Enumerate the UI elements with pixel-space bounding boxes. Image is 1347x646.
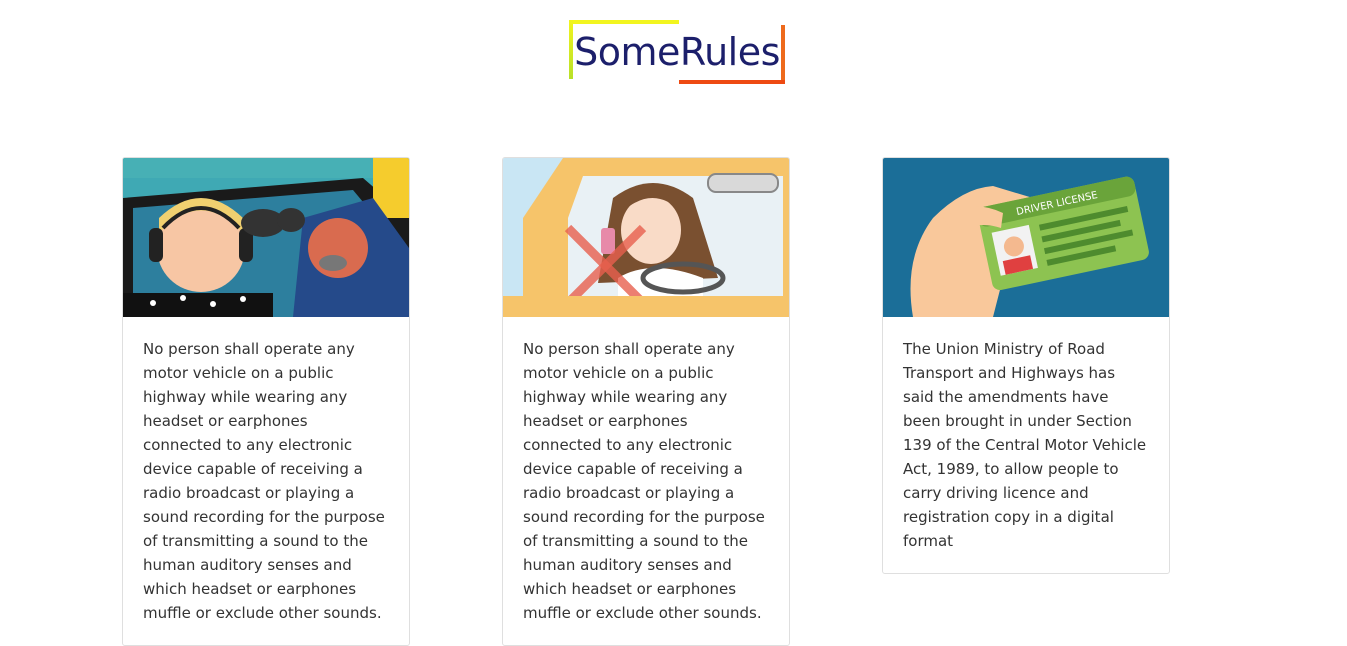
title-border-bottom xyxy=(679,80,785,84)
page-title: SomeRules xyxy=(574,30,780,74)
rule-card-phone-driving: No person shall operate any motor vehicl… xyxy=(502,157,790,646)
headphones-driver-police-illustration xyxy=(123,158,409,317)
driver-license-hand-illustration: DRIVER LICENSE xyxy=(883,158,1169,317)
rule-card-headphones: No person shall operate any motor vehicl… xyxy=(122,157,410,646)
title-border-right xyxy=(781,25,785,84)
card-text: No person shall operate any motor vehicl… xyxy=(143,340,385,622)
card-text: No person shall operate any motor vehicl… xyxy=(523,340,765,622)
title-border-top xyxy=(569,20,679,24)
title-border-left xyxy=(569,20,573,79)
card-text: The Union Ministry of Road Transport and… xyxy=(903,340,1147,550)
rule-card-digital-license: DRIVER LICENSE The Union Ministry of Roa… xyxy=(882,157,1170,574)
phone-while-driving-prohibited-illustration xyxy=(503,158,789,317)
page-title-frame: SomeRules xyxy=(569,20,785,84)
